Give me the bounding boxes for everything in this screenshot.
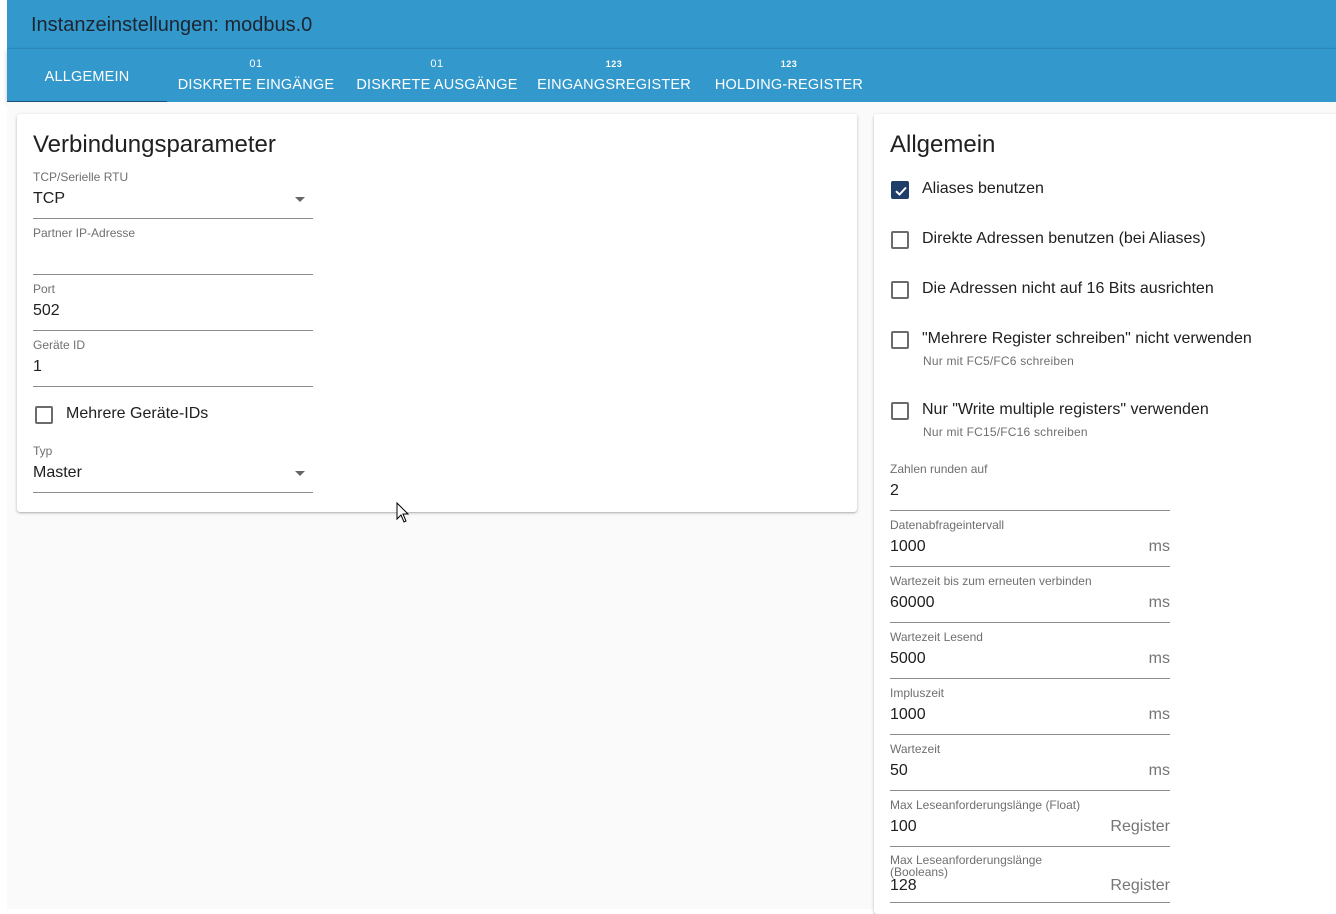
- field-unit: ms: [1148, 650, 1170, 667]
- tab-label: EINGANGSREGISTER: [537, 77, 691, 93]
- tab-label: DISKRETE EINGÄNGE: [177, 77, 335, 93]
- tab-eingangsregister[interactable]: 123 EINGANGSREGISTER: [533, 49, 695, 103]
- read-timeout-field[interactable]: Wartezeit Lesend 5000 ms: [890, 630, 1170, 682]
- pulse-time-field[interactable]: Impluszeit 1000 ms: [890, 686, 1170, 738]
- field-unit: ms: [1148, 706, 1170, 723]
- checkbox-label: Die Adressen nicht auf 16 Bits ausrichte…: [922, 280, 1214, 297]
- checkbox-hint: Nur mit FC15/FC16 schreiben: [923, 425, 1088, 439]
- checkbox-label: Nur "Write multiple registers" verwenden: [922, 401, 1209, 418]
- field-underline: [33, 492, 313, 493]
- checkbox-checked-icon[interactable]: [891, 181, 909, 199]
- field-underline: [33, 218, 313, 219]
- tab-label: DISKRETE AUSGÄNGE: [356, 77, 518, 93]
- field-label: Max Leseanforderungslänge (Float): [890, 798, 1081, 812]
- field-label: Wartezeit bis zum erneuten verbinden: [890, 574, 1092, 588]
- ip-address-field[interactable]: Partner IP-Adresse: [33, 226, 313, 278]
- reconnect-timeout-field[interactable]: Wartezeit bis zum erneuten verbinden 600…: [890, 574, 1170, 626]
- checkbox-icon[interactable]: [891, 281, 909, 299]
- tab-badge: 123: [605, 59, 623, 69]
- field-value: 50: [890, 762, 908, 779]
- field-label: TCP/Serielle RTU: [33, 170, 129, 184]
- max-read-booleans-field[interactable]: Max Leseanforderungslänge (Booleans) 128…: [890, 854, 1170, 906]
- max-read-float-field[interactable]: Max Leseanforderungslänge (Float) 100 Re…: [890, 798, 1170, 850]
- tab-bar: ALLGEMEIN 01 DISKRETE EINGÄNGE 01 DISKRE…: [7, 48, 1336, 103]
- field-label: Port: [33, 282, 56, 296]
- checkbox-icon[interactable]: [891, 402, 909, 420]
- wait-time-field[interactable]: Wartezeit 50 ms: [890, 742, 1170, 794]
- checkbox-label: Mehrere Geräte-IDs: [66, 405, 209, 422]
- tab-badge: 01: [249, 58, 263, 70]
- field-label: Datenabfrageintervall: [890, 518, 1005, 532]
- field-underline: [890, 902, 1170, 903]
- mode-select[interactable]: TCP/Serielle RTU TCP: [33, 170, 313, 222]
- checkbox-label: Direkte Adressen benutzen (bei Aliases): [922, 230, 1206, 247]
- field-value: 60000: [890, 594, 935, 611]
- field-unit: ms: [1148, 594, 1170, 611]
- round-numbers-field[interactable]: Zahlen runden auf 2: [890, 462, 1170, 514]
- checkbox-icon[interactable]: [891, 231, 909, 249]
- field-label: Impluszeit: [890, 686, 945, 700]
- poll-interval-field[interactable]: Datenabfrageintervall 1000 ms: [890, 518, 1170, 570]
- field-label: Max Leseanforderungslänge (Booleans): [890, 853, 1043, 879]
- dropdown-arrow-icon: [295, 197, 305, 202]
- field-label: Typ: [33, 444, 53, 458]
- field-label: Geräte ID: [33, 338, 86, 352]
- field-unit: ms: [1148, 762, 1170, 779]
- field-value: 2: [890, 482, 899, 499]
- field-underline: [890, 510, 1170, 511]
- field-underline: [33, 386, 313, 387]
- window-title: Instanzeinstellungen: modbus.0: [7, 0, 1336, 48]
- port-field[interactable]: Port 502: [33, 282, 313, 334]
- checkbox-icon[interactable]: [891, 331, 909, 349]
- field-value: 1000: [890, 706, 926, 723]
- field-unit: Register: [1110, 818, 1170, 835]
- field-underline: [890, 846, 1170, 847]
- field-value: 502: [33, 302, 60, 319]
- field-label: Partner IP-Adresse: [33, 226, 136, 240]
- general-card: Allgemein Aliases benutzen Direkte Adres…: [874, 114, 1336, 914]
- field-underline: [890, 790, 1170, 791]
- checkbox-label: "Mehrere Register schreiben" nicht verwe…: [922, 330, 1252, 347]
- field-value: 5000: [890, 650, 926, 667]
- type-select[interactable]: Typ Master: [33, 444, 313, 496]
- dropdown-arrow-icon: [295, 471, 305, 476]
- checkbox-icon[interactable]: [35, 406, 53, 424]
- card-title: Verbindungsparameter: [33, 131, 276, 158]
- tab-label: ALLGEMEIN: [44, 69, 130, 85]
- tab-diskrete-ausgaenge[interactable]: 01 DISKRETE AUSGÄNGE: [352, 49, 522, 103]
- field-underline: [890, 566, 1170, 567]
- field-value: TCP: [33, 190, 65, 207]
- field-underline: [890, 622, 1170, 623]
- tab-label: HOLDING-REGISTER: [714, 77, 864, 93]
- tab-badge: 123: [780, 59, 798, 69]
- tab-allgemein[interactable]: ALLGEMEIN: [7, 49, 167, 103]
- field-underline: [890, 678, 1170, 679]
- field-value: 128: [890, 877, 917, 894]
- field-value: Master: [33, 464, 82, 481]
- connection-card: Verbindungsparameter TCP/Serielle RTU TC…: [17, 114, 857, 512]
- field-value: 1000: [890, 538, 926, 555]
- card-title: Allgemein: [890, 131, 996, 158]
- field-label: Zahlen runden auf: [890, 462, 988, 476]
- tab-diskrete-eingaenge[interactable]: 01 DISKRETE EINGÄNGE: [171, 49, 341, 103]
- field-value: 100: [890, 818, 917, 835]
- device-id-field[interactable]: Geräte ID 1: [33, 338, 313, 390]
- field-underline: [33, 274, 313, 275]
- checkbox-hint: Nur mit FC5/FC6 schreiben: [923, 354, 1075, 368]
- field-underline: [890, 734, 1170, 735]
- field-underline: [33, 330, 313, 331]
- field-label: Wartezeit: [890, 742, 941, 756]
- field-label: Wartezeit Lesend: [890, 630, 983, 644]
- field-unit: ms: [1148, 538, 1170, 555]
- field-unit: Register: [1110, 877, 1170, 894]
- mouse-cursor-icon: [396, 502, 410, 523]
- checkbox-label: Aliases benutzen: [922, 180, 1044, 197]
- tab-badge: 01: [430, 58, 444, 70]
- field-value: 1: [33, 358, 42, 375]
- tab-holding-register[interactable]: 123 HOLDING-REGISTER: [709, 49, 869, 103]
